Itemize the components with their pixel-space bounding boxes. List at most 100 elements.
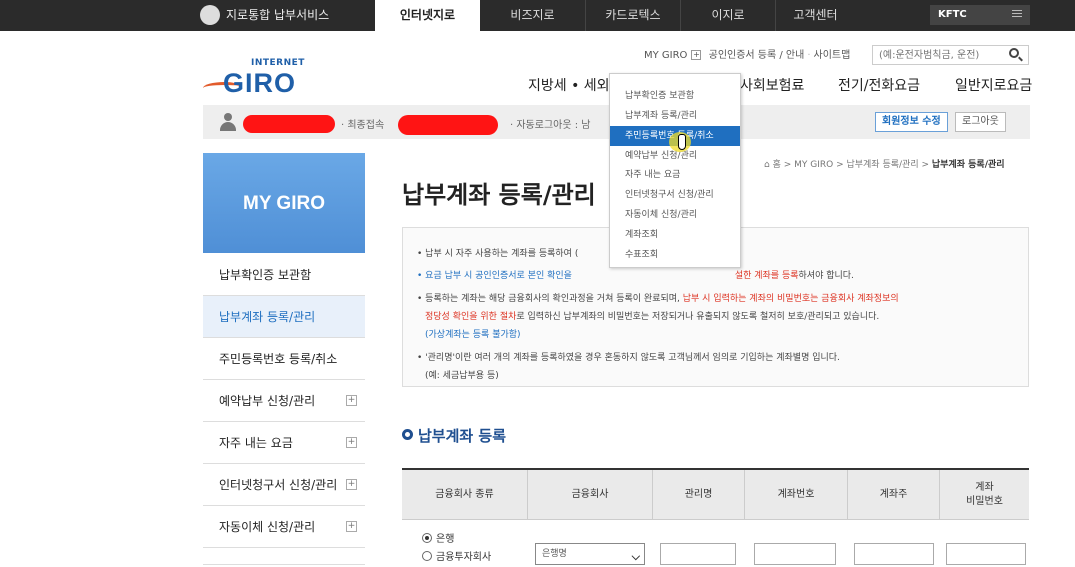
dropdown-item-account-inquiry[interactable]: 계좌조회 bbox=[610, 225, 740, 245]
breadcrumb-path[interactable]: ⌂ 홈 > MY GIRO > 납부계좌 등록/관리 > bbox=[764, 160, 932, 170]
account-number-input[interactable] bbox=[754, 543, 836, 565]
brand-link[interactable]: 지로통합 납부서비스 bbox=[200, 0, 329, 31]
sidebar-item-auto-transfer[interactable]: 자동이체 신청/관리 + bbox=[203, 506, 365, 548]
globe-icon bbox=[200, 4, 220, 25]
hamburger-icon bbox=[1012, 10, 1022, 11]
info-line-2c: 하셔야 합니다. bbox=[798, 271, 854, 281]
sidebar-item-e-bill[interactable]: 인터넷청구서 신청/관리 + bbox=[203, 464, 365, 506]
logo-internet-text: INTERNET bbox=[251, 58, 305, 68]
gnb-social-insurance[interactable]: 사회보험료 bbox=[740, 75, 804, 95]
th-account-number: 계좌번호 bbox=[744, 470, 847, 520]
radio-checked-icon bbox=[422, 533, 432, 543]
info-line-4b: 로 입력하신 납부계좌의 비밀번호는 저장되거나 유출되지 않도록 철저히 보호… bbox=[516, 312, 880, 322]
sidebar-item-receipts[interactable]: 납부확인증 보관함 bbox=[203, 254, 365, 296]
nickname-input[interactable] bbox=[660, 543, 736, 565]
sidebar-item-label: 납부계좌 등록/관리 bbox=[219, 310, 316, 324]
dropdown-item-auto-transfer[interactable]: 자동이체 신청/관리 bbox=[610, 205, 740, 225]
tab-internet-giro[interactable]: 인터넷지로 bbox=[375, 0, 480, 31]
last-login-label: · 최종접속 bbox=[341, 120, 385, 131]
info-line-4: 정당성 확인을 위한 절차로 입력하신 납부계좌의 비밀번호는 저장되거나 유출… bbox=[425, 309, 879, 322]
my-giro-link[interactable]: MY GIRO bbox=[644, 50, 687, 61]
th-institution-type: 금융회사 종류 bbox=[435, 489, 494, 500]
sidebar-item-accounts[interactable]: 납부계좌 등록/관리 bbox=[203, 296, 365, 338]
info-line-1: • 납부 시 자주 사용하는 계좌를 등록하여 ( bbox=[417, 249, 579, 259]
auto-logout-label: · 자동로그아웃 : 남 bbox=[510, 120, 591, 131]
tab-biz-giro[interactable]: 비즈지로 bbox=[480, 0, 585, 31]
table-header: 금융회사 종류 금융회사 관리명 계좌번호 계좌주 계좌 비밀번호 bbox=[402, 470, 1029, 520]
tab-easy-giro[interactable]: 이지로 bbox=[680, 0, 775, 31]
brand-label: 지로통합 납부서비스 bbox=[226, 8, 330, 22]
radio-investment-label: 금융투자회사 bbox=[436, 552, 492, 563]
section-title-text: 납부계좌 등록 bbox=[418, 427, 507, 445]
expand-plus-icon[interactable]: + bbox=[346, 395, 357, 406]
info-line-2b: 설한 계좌를 등록 bbox=[734, 271, 799, 281]
sidebar-item-label: 주민등록번호 등록/취소 bbox=[219, 352, 338, 366]
account-register-table: 금융회사 종류 금융회사 관리명 계좌번호 계좌주 계좌 비밀번호 은행 금융투… bbox=[402, 468, 1029, 565]
sidebar-item-label: 예약납부 신청/관리 bbox=[219, 394, 316, 408]
account-holder-input[interactable] bbox=[854, 543, 934, 565]
redacted-last-login bbox=[398, 115, 498, 135]
info-line-3a: • 등록하는 계좌는 해당 금융회사의 확인과정을 거쳐 등록이 완료되며, bbox=[417, 294, 683, 304]
page-title: 납부계좌 등록/관리 bbox=[402, 181, 596, 209]
sidebar-item-label: 인터넷청구서 신청/관리 bbox=[219, 478, 338, 492]
user-icon bbox=[220, 113, 236, 131]
logo-giro-text: GIRO bbox=[223, 68, 297, 98]
th-account-password: 계좌 비밀번호 bbox=[939, 470, 1029, 520]
sidebar-item-label: 자동이체 신청/관리 bbox=[219, 520, 316, 534]
tab-customer-center[interactable]: 고객센터 bbox=[775, 0, 855, 31]
breadcrumb: ⌂ 홈 > MY GIRO > 납부계좌 등록/관리 > 납부계좌 등록/관리 bbox=[764, 157, 1005, 170]
section-title: 납부계좌 등록 bbox=[402, 425, 506, 446]
top-nav: 지로통합 납부서비스 인터넷지로 비즈지로 카드로텍스 이지로 고객센터 KFT… bbox=[0, 0, 1075, 31]
cert-link[interactable]: 공인인증서 등록 / 안내 bbox=[709, 50, 805, 61]
expand-plus-icon[interactable]: + bbox=[346, 479, 357, 490]
expand-plus-icon[interactable]: + bbox=[346, 437, 357, 448]
expand-plus-icon[interactable]: + bbox=[346, 521, 357, 532]
tab-card-rotax[interactable]: 카드로텍스 bbox=[585, 0, 680, 31]
radio-bank-label: 은행 bbox=[436, 534, 455, 545]
sidebar-item-resident-number[interactable]: 주민등록번호 등록/취소 bbox=[203, 338, 365, 380]
gnb-electric-phone[interactable]: 전기/전화요금 bbox=[838, 75, 920, 95]
radio-unchecked-icon bbox=[422, 551, 432, 561]
kftc-label: KFTC bbox=[938, 9, 967, 20]
giro-logo[interactable]: INTERNET GIRO bbox=[203, 58, 313, 100]
kftc-menu-button[interactable]: KFTC bbox=[930, 5, 1030, 25]
sidebar-item-scheduled-payment[interactable]: 예약납부 신청/관리 + bbox=[203, 380, 365, 422]
expand-icon[interactable]: + bbox=[691, 50, 702, 60]
th-account-holder: 계좌주 bbox=[847, 470, 939, 520]
breadcrumb-current: 납부계좌 등록/관리 bbox=[931, 160, 1005, 170]
chevron-down-icon: ⌵ bbox=[631, 550, 640, 563]
sidebar-item-label: 납부확인증 보관함 bbox=[219, 268, 312, 282]
gnb-general-giro[interactable]: 일반지로요금 bbox=[955, 75, 1032, 95]
edit-profile-button[interactable]: 회원정보 수정 bbox=[875, 112, 948, 132]
redacted-username bbox=[243, 115, 335, 133]
dropdown-item-receipts[interactable]: 납부확인증 보관함 bbox=[610, 86, 740, 106]
dropdown-item-check-inquiry[interactable]: 수표조회 bbox=[610, 245, 740, 265]
info-line-2: • 요금 납부 시 공인인증서로 본인 확인을 설한 계좌를 등록하셔야 합니다… bbox=[417, 268, 854, 281]
th-nickname: 관리명 bbox=[652, 470, 744, 520]
sidebar-item-label: 자주 내는 요금 bbox=[219, 436, 293, 450]
dropdown-item-e-bill[interactable]: 인터넷청구서 신청/관리 bbox=[610, 185, 740, 205]
logout-button[interactable]: 로그아웃 bbox=[955, 112, 1006, 132]
search-input[interactable] bbox=[872, 45, 1029, 65]
bank-select-value: 은행명 bbox=[542, 549, 567, 559]
info-line-3b: 납부 시 입력하는 계좌의 비밀번호는 금융회사 계좌정보의 bbox=[682, 294, 899, 304]
util-separator: · bbox=[807, 50, 811, 61]
utility-links: MY GIRO + 공인인증서 등록 / 안내 · 사이트맵 bbox=[644, 46, 850, 61]
dropdown-item-frequent-bills[interactable]: 자주 내는 요금 bbox=[610, 165, 740, 185]
radio-investment[interactable]: 금융투자회사 bbox=[422, 548, 491, 563]
search-icon[interactable] bbox=[1009, 48, 1019, 58]
hand-cursor-icon bbox=[669, 130, 691, 156]
th-institution: 금융회사 bbox=[527, 470, 652, 520]
bank-select[interactable]: 은행명 ⌵ bbox=[535, 543, 645, 565]
info-line-2a: • 요금 납부 시 공인인증서로 본인 확인을 bbox=[417, 271, 575, 281]
info-line-5: (가상계좌는 등록 불가함) bbox=[425, 330, 521, 340]
info-line-4a: 정당성 확인을 위한 절차 bbox=[425, 312, 517, 322]
sidebar-item-frequent-bills[interactable]: 자주 내는 요금 + bbox=[203, 422, 365, 464]
info-line-6: • '관리명'이란 여러 개의 계좌를 등록하였을 경우 혼동하지 않도록 고객… bbox=[417, 353, 840, 363]
radio-bank[interactable]: 은행 bbox=[422, 530, 454, 545]
sitemap-link[interactable]: 사이트맵 bbox=[814, 50, 851, 61]
sidebar-item-more[interactable] bbox=[203, 548, 365, 565]
dropdown-item-accounts[interactable]: 납부계좌 등록/관리 bbox=[610, 106, 740, 126]
sidebar-title: MY GIRO bbox=[243, 193, 325, 214]
account-password-input[interactable] bbox=[946, 543, 1026, 565]
